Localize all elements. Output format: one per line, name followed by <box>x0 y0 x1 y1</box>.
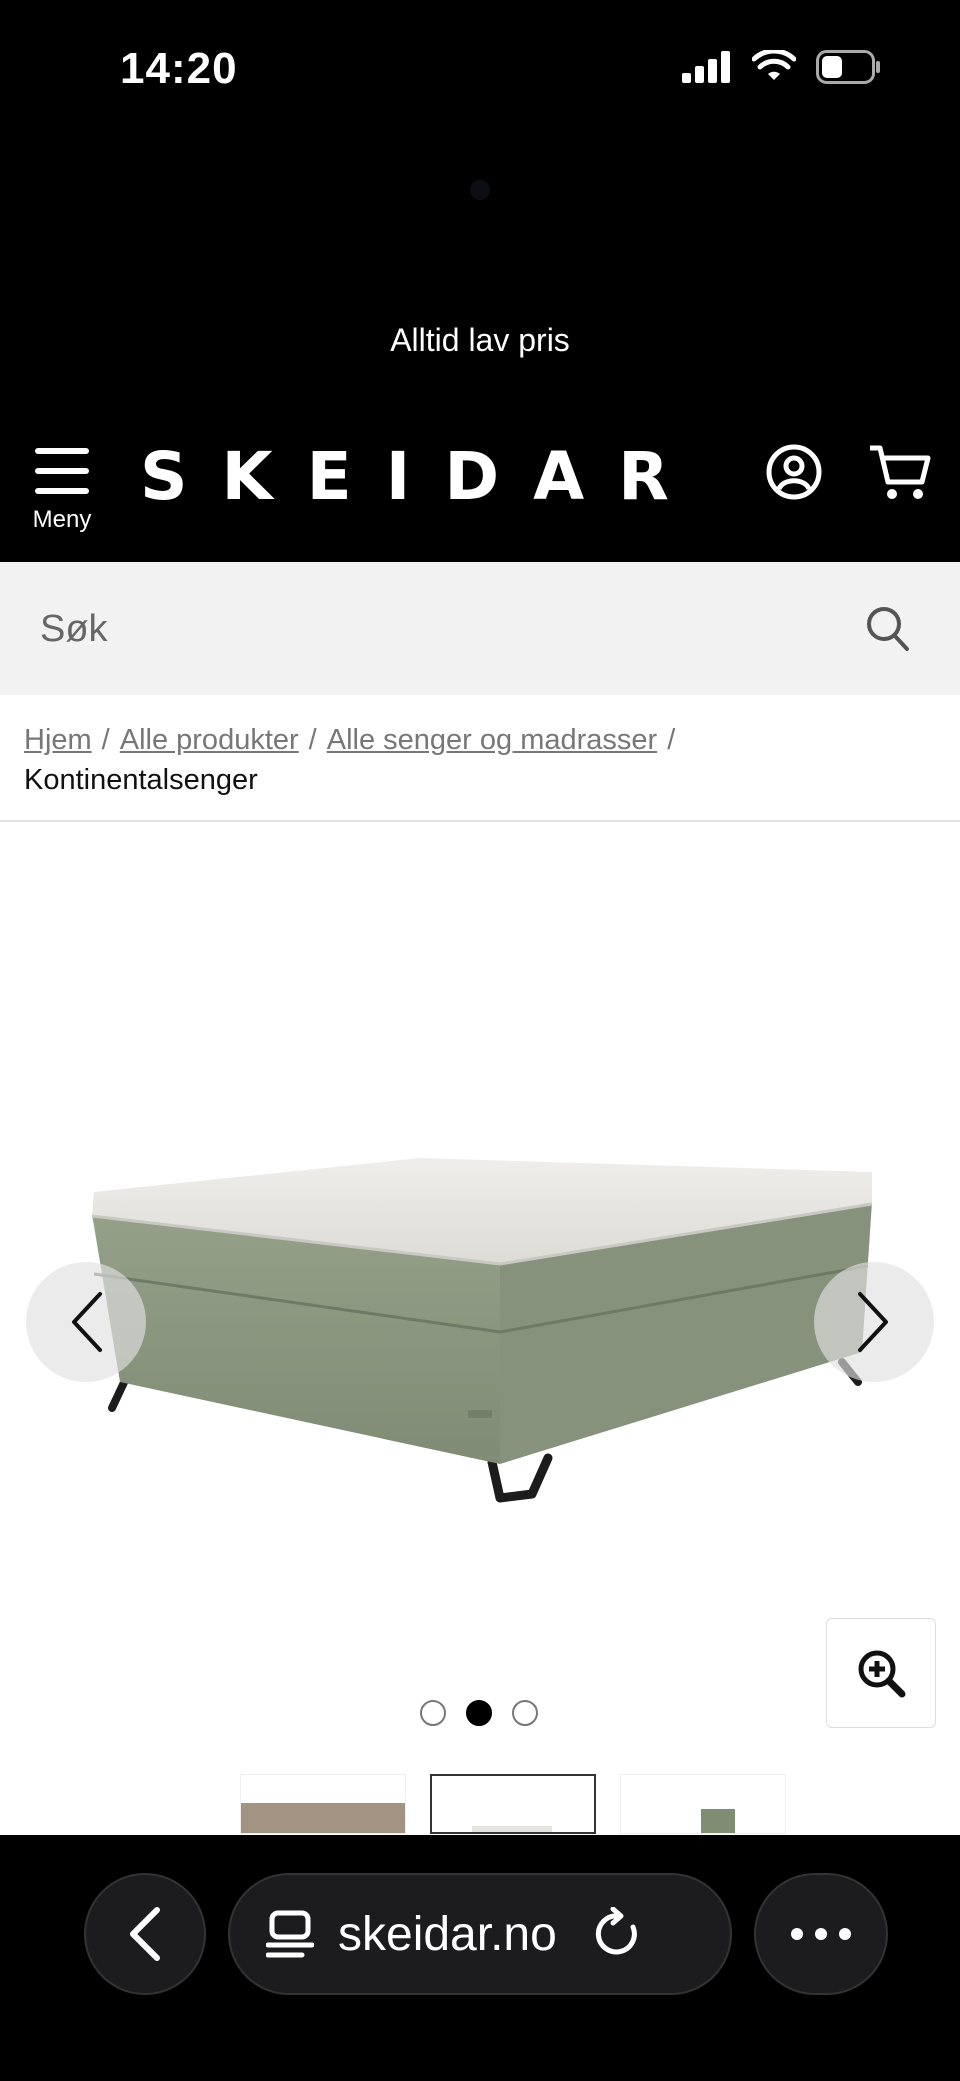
breadcrumb-link-beds[interactable]: Alle senger og madrasser <box>327 724 657 756</box>
zoom-button[interactable] <box>826 1618 936 1728</box>
status-icons <box>682 50 882 84</box>
breadcrumb-link-products[interactable]: Alle produkter <box>120 724 299 756</box>
carousel-dots <box>420 1700 538 1726</box>
browser-toolbar: skeidar.no <box>0 1835 960 2081</box>
zoom-in-icon <box>858 1650 906 1698</box>
carousel-dot[interactable] <box>512 1700 538 1726</box>
product-image-bed[interactable] <box>0 822 960 1622</box>
breadcrumb-current: Kontinentalsenger <box>24 764 258 796</box>
gallery-next-button[interactable] <box>814 1262 934 1382</box>
url-text: skeidar.no <box>338 1907 557 1961</box>
search-icon[interactable] <box>866 606 910 652</box>
wifi-icon <box>752 50 796 80</box>
menu-button[interactable]: Meny <box>26 446 98 536</box>
thumbnail[interactable] <box>620 1774 786 1834</box>
gallery-prev-button[interactable] <box>26 1262 146 1382</box>
carousel-dot-active[interactable] <box>466 1700 492 1726</box>
thumbnail-active[interactable] <box>430 1774 596 1834</box>
thumbnail[interactable] <box>240 1774 406 1834</box>
address-bar[interactable]: skeidar.no <box>228 1873 732 1995</box>
browser-back-button[interactable] <box>84 1873 206 1995</box>
thumbnail-strip <box>240 1774 786 1834</box>
tab-view-icon[interactable] <box>266 1907 314 1961</box>
battery-icon <box>816 50 880 84</box>
menu-label: Meny <box>32 506 92 533</box>
cart-icon[interactable] <box>868 442 932 502</box>
chevron-left-icon <box>72 1292 102 1352</box>
hamburger-icon <box>35 448 89 498</box>
breadcrumb: Hjem / Alle produkter / Alle senger og madra… <box>24 720 944 800</box>
search-bar <box>0 562 960 695</box>
account-icon[interactable] <box>766 444 822 500</box>
browser-more-button[interactable] <box>754 1873 888 1995</box>
status-time: 14:20 <box>120 44 238 93</box>
search-input[interactable] <box>40 598 820 660</box>
chevron-left-icon <box>130 1907 160 1961</box>
logo[interactable]: SKEIDAR <box>140 438 703 515</box>
promo-banner-text: Alltid lav pris <box>390 322 570 358</box>
camera-dot <box>470 180 490 200</box>
breadcrumb-link-home[interactable]: Hjem <box>24 724 92 756</box>
more-icon <box>791 1928 851 1940</box>
reload-icon[interactable] <box>593 1907 643 1961</box>
product-gallery <box>0 822 960 1832</box>
breadcrumb-separator: / <box>101 724 110 756</box>
breadcrumb-separator: / <box>667 724 676 756</box>
breadcrumb-separator: / <box>308 724 317 756</box>
signal-icon <box>682 51 730 83</box>
chevron-right-icon <box>858 1292 888 1352</box>
carousel-dot[interactable] <box>420 1700 446 1726</box>
